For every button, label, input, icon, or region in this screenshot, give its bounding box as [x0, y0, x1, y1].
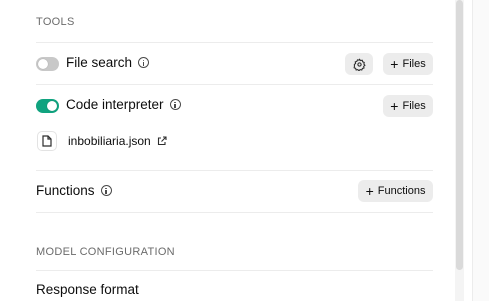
divider [36, 270, 433, 271]
gear-icon [353, 57, 366, 71]
add-files-label: Files [402, 100, 426, 112]
divider [36, 212, 433, 213]
add-files-label: Files [402, 58, 426, 70]
model-configuration-section-title: MODEL CONFIGURATION [36, 246, 175, 258]
info-icon[interactable] [169, 99, 181, 110]
info-icon[interactable] [138, 57, 150, 68]
assistant-config-panel: TOOLS File search + Files Code interpret… [0, 0, 452, 301]
code-interpreter-toggle[interactable] [36, 99, 59, 113]
adjacent-panel [473, 0, 489, 301]
file-search-add-files-button[interactable]: + Files [383, 53, 433, 75]
scrollbar-thumb[interactable] [456, 0, 463, 270]
response-format-label: Response format [36, 282, 139, 297]
file-icon [37, 131, 57, 151]
divider [36, 84, 433, 85]
file-name-text: inbobiliaria.json [68, 134, 151, 148]
plus-icon: + [390, 97, 399, 114]
file-search-toggle[interactable] [36, 57, 59, 71]
info-icon[interactable] [100, 185, 112, 196]
divider [36, 42, 433, 43]
attached-file[interactable]: inbobiliaria.json [68, 134, 167, 148]
functions-row: Functions [36, 183, 112, 198]
divider [36, 170, 433, 171]
plus-icon: + [390, 55, 399, 72]
add-function-button[interactable]: + Functions [358, 180, 433, 202]
tools-section-title: TOOLS [36, 16, 75, 28]
functions-label: Functions [36, 183, 95, 198]
code-interpreter-add-files-button[interactable]: + Files [383, 95, 433, 117]
code-interpreter-label: Code interpreter [66, 97, 164, 112]
plus-icon: + [365, 182, 374, 199]
file-search-row: File search [66, 55, 150, 70]
code-interpreter-row: Code interpreter [66, 97, 181, 112]
file-search-label: File search [66, 55, 133, 70]
file-search-settings-button[interactable] [345, 53, 373, 75]
external-link-icon[interactable] [157, 136, 167, 146]
add-function-label: Functions [377, 185, 426, 197]
